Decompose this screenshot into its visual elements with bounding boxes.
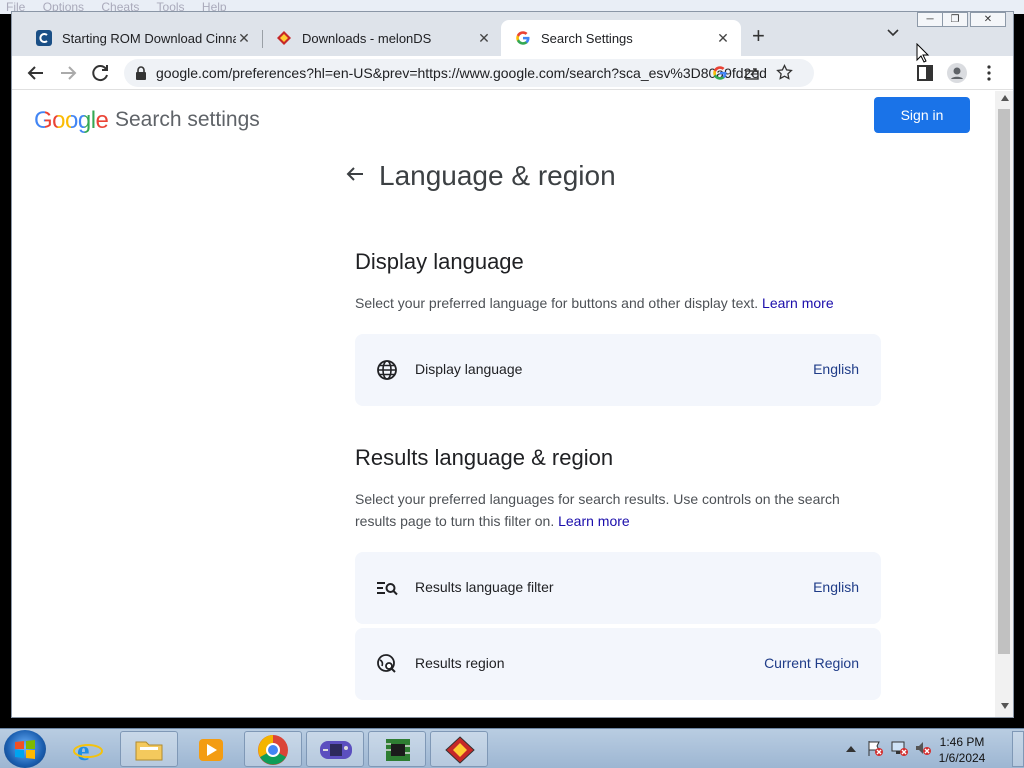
svg-text:e: e: [77, 736, 89, 764]
row-value: English: [813, 361, 859, 377]
tab-title: Search Settings: [541, 30, 633, 46]
action-center-flag-icon[interactable]: [866, 739, 884, 757]
chrome-icon: [258, 735, 288, 765]
internet-explorer-icon: e: [73, 736, 103, 764]
profile-avatar-icon[interactable]: [946, 62, 968, 84]
taskbar: e 1:46 PM 1/6/2024: [0, 728, 1024, 768]
tab-search-settings[interactable]: Search Settings ✕: [501, 20, 741, 56]
row-label: Display language: [415, 361, 523, 377]
row-label: Results region: [415, 655, 505, 671]
results-region-row[interactable]: Results region Current Region: [355, 628, 881, 700]
taskbar-melonds[interactable]: [430, 731, 488, 767]
show-hidden-icons-icon[interactable]: [846, 744, 856, 752]
vertical-scrollbar[interactable]: [995, 91, 1013, 717]
row-value: English: [813, 579, 859, 595]
sign-in-button[interactable]: Sign in: [874, 97, 970, 133]
tab-rom-download[interactable]: Starting ROM Download Cinnam ✕: [22, 20, 262, 56]
melonds-icon: [445, 736, 475, 764]
system-clock[interactable]: 1:46 PM 1/6/2024: [932, 734, 992, 766]
windows-logo-icon: [15, 740, 35, 759]
row-label: Results language filter: [415, 579, 554, 595]
taskbar-gba-emulator[interactable]: [306, 731, 364, 767]
volume-icon[interactable]: [914, 739, 932, 757]
globe-icon: [377, 360, 397, 380]
site-c-icon: [36, 30, 52, 46]
lock-icon[interactable]: [135, 66, 147, 80]
share-icon[interactable]: [744, 65, 760, 81]
google-g-icon: [516, 31, 530, 45]
back-icon[interactable]: [25, 62, 47, 84]
minimize-button[interactable]: ─: [917, 12, 943, 27]
tab-search-chevron-icon[interactable]: [887, 28, 899, 38]
scrollbar-thumb[interactable]: [998, 109, 1010, 654]
tab-close-icon[interactable]: ✕: [715, 30, 731, 47]
learn-more-link[interactable]: Learn more: [762, 295, 834, 311]
bookmark-star-icon[interactable]: [776, 64, 793, 81]
page-title: Language & region: [379, 160, 616, 191]
search-settings-title: Search settings: [115, 108, 260, 131]
gameboy-advance-icon: [320, 741, 352, 759]
mouse-cursor-icon: [916, 43, 930, 63]
forward-icon[interactable]: [57, 62, 79, 84]
clock-date: 1/6/2024: [938, 751, 986, 765]
kebab-menu-icon[interactable]: [978, 62, 1000, 84]
row-value: Current Region: [764, 655, 859, 671]
circuit-board-icon: [386, 739, 410, 761]
scroll-up-arrow-icon[interactable]: [1001, 95, 1009, 101]
page-content: Google Search settings Sign in Language …: [12, 91, 995, 717]
taskbar-circuit-app[interactable]: [368, 731, 426, 767]
filter-search-icon: [377, 582, 398, 596]
display-language-heading: Display language: [355, 249, 524, 274]
results-language-filter-row[interactable]: Results language filter English: [355, 552, 881, 624]
show-desktop-button[interactable]: [1012, 731, 1024, 767]
results-language-heading: Results language & region: [355, 445, 614, 470]
tab-close-icon[interactable]: ✕: [476, 30, 492, 47]
tab-title: Starting ROM Download Cinnam: [62, 30, 236, 46]
clock-time: 1:46 PM: [939, 735, 985, 749]
restore-button[interactable]: ❐: [942, 12, 968, 27]
google-lens-g-icon[interactable]: [712, 65, 728, 81]
taskbar-explorer[interactable]: [120, 731, 178, 767]
address-bar[interactable]: google.com/preferences?hl=en-US&prev=htt…: [124, 59, 814, 87]
reload-icon[interactable]: [89, 62, 111, 84]
taskbar-media-player[interactable]: [182, 731, 240, 767]
network-icon[interactable]: [890, 739, 908, 757]
folder-icon: [135, 741, 163, 761]
taskbar-chrome[interactable]: [244, 731, 302, 767]
learn-more-link[interactable]: Learn more: [558, 513, 630, 529]
browser-window: Starting ROM Download Cinnam ✕ Downloads…: [11, 11, 1014, 718]
taskbar-ie[interactable]: e: [58, 731, 116, 767]
start-button[interactable]: [4, 730, 46, 768]
results-language-description: Select your preferred languages for sear…: [355, 488, 855, 532]
back-arrow-icon[interactable]: [344, 163, 366, 185]
tab-melonds-downloads[interactable]: Downloads - melonDS ✕: [262, 20, 502, 56]
display-language-description: Select your preferred language for butto…: [355, 292, 885, 314]
google-logo[interactable]: Google: [34, 107, 109, 135]
new-tab-button[interactable]: +: [752, 25, 765, 47]
tab-strip: Starting ROM Download Cinnam ✕ Downloads…: [12, 12, 1013, 56]
scroll-down-arrow-icon[interactable]: [1001, 703, 1009, 709]
browser-toolbar: google.com/preferences?hl=en-US&prev=htt…: [12, 56, 1013, 90]
google-logo-text: Google: [34, 107, 109, 134]
description-text: Select your preferred language for butto…: [355, 295, 759, 311]
display-language-row[interactable]: Display language English: [355, 334, 881, 406]
close-window-button[interactable]: ✕: [970, 12, 1006, 27]
tab-close-icon[interactable]: ✕: [236, 30, 252, 47]
melonds-icon: [277, 31, 291, 45]
tab-title: Downloads - melonDS: [302, 30, 432, 46]
url-text[interactable]: google.com/preferences?hl=en-US&prev=htt…: [156, 65, 766, 81]
side-panel-icon[interactable]: [914, 62, 936, 84]
media-player-icon: [199, 739, 223, 761]
region-search-icon: [377, 654, 396, 673]
